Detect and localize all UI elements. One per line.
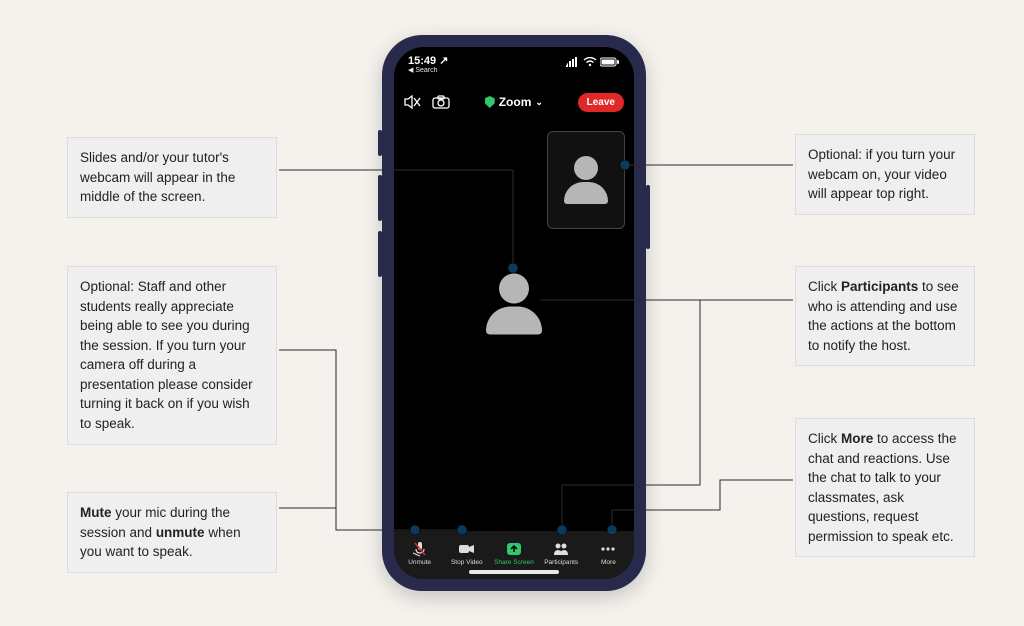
speaker-muted-icon[interactable] [404,94,422,110]
callout-staff: Optional: Staff and other students reall… [67,266,277,445]
callout-webcam: Optional: if you turn your webcam on, yo… [795,134,975,215]
zoom-title-text: Zoom [499,95,532,109]
sharescreen-label: Share Screen [494,559,534,566]
status-left: 15:49 ↗ ◀ Search [408,55,448,75]
microphone-muted-icon [413,540,427,557]
stopvideo-label: Stop Video [451,559,483,566]
callout-slides-text: Slides and/or your tutor's webcam will a… [80,150,235,204]
leave-label: Leave [587,97,615,108]
video-camera-icon [458,540,476,557]
callout-mute: Mute your mic during the session and unm… [67,492,277,573]
callout-staff-text: Optional: Staff and other students reall… [80,279,253,431]
status-time: 15:49 ↗ [408,55,448,67]
unmute-button[interactable]: Unmute [396,540,443,566]
more-icon [599,540,617,557]
battery-icon [600,57,620,67]
main-avatar-icon [486,273,542,334]
participants-icon [552,540,570,557]
more-button[interactable]: More [585,540,632,566]
shield-icon [485,96,495,108]
participants-button[interactable]: Participants [538,540,585,566]
share-screen-button[interactable]: Share Screen [490,540,537,566]
unmute-word: unmute [156,525,205,540]
more-label: More [601,559,616,566]
volume-up [378,175,382,221]
mute-switch [378,130,382,156]
callout-participants: Click Participants to see who is attendi… [795,266,975,366]
callout-webcam-text: Optional: if you turn your webcam on, yo… [808,147,955,201]
more-pre: Click [808,431,841,446]
volume-down [378,231,382,277]
zoom-title[interactable]: Zoom ⌄ [485,95,543,109]
more-bold: More [841,431,873,446]
more-post: to access the chat and reactions. Use th… [808,431,957,544]
stop-video-button[interactable]: Stop Video [443,540,490,566]
home-indicator[interactable] [469,570,559,574]
avatar-icon [564,156,608,204]
chevron-down-icon: ⌄ [535,97,543,108]
phone-frame: 15:49 ↗ ◀ Search Zoom ⌄ [382,35,646,591]
callout-more: Click More to access the chat and reacti… [795,418,975,557]
callout-slides: Slides and/or your tutor's webcam will a… [67,137,277,218]
status-right [566,57,620,67]
leave-button[interactable]: Leave [578,93,624,112]
status-back-search[interactable]: ◀ Search [408,67,448,75]
participants-label: Participants [544,559,578,566]
unmute-label: Unmute [408,559,431,566]
self-video-pip[interactable] [547,131,625,229]
flip-camera-icon[interactable] [432,95,450,109]
zoom-app-bar: Zoom ⌄ Leave [394,87,634,117]
part-bold: Participants [841,279,918,294]
video-area[interactable] [394,122,634,535]
share-screen-icon [505,540,523,557]
power-button [646,185,650,249]
phone-screen: 15:49 ↗ ◀ Search Zoom ⌄ [394,47,634,579]
diagram-canvas: Slides and/or your tutor's webcam will a… [0,0,1024,626]
mute-word: Mute [80,505,112,520]
wifi-icon [583,57,597,67]
notch [459,47,569,71]
part-pre: Click [808,279,841,294]
